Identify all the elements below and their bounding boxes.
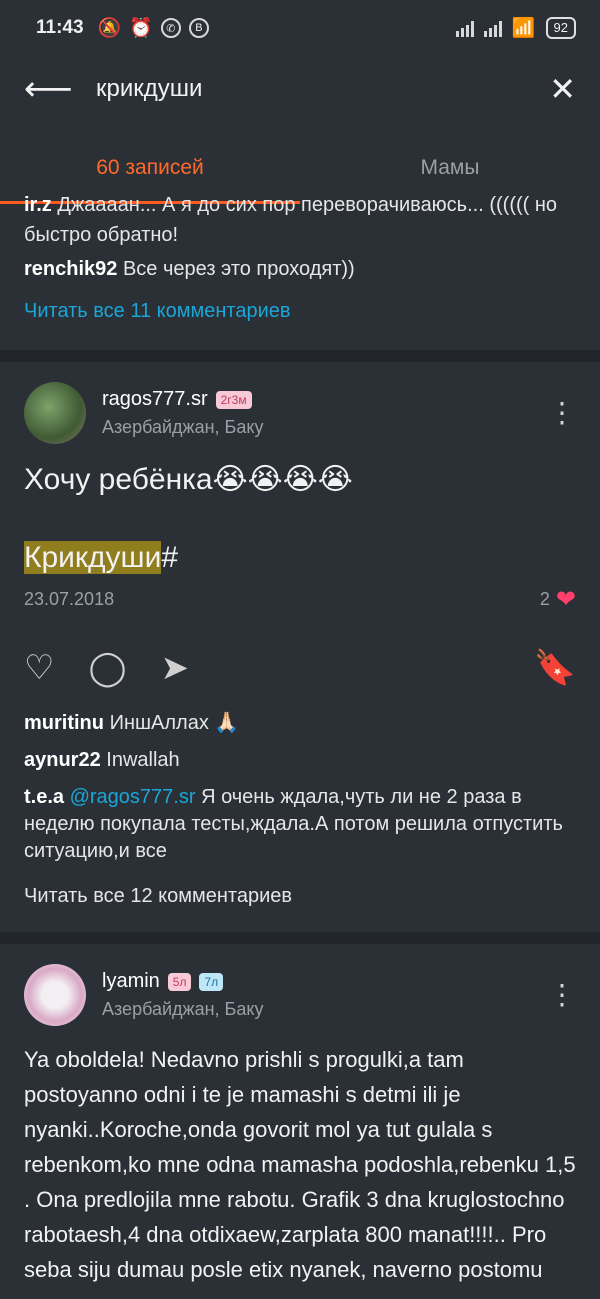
alarm-icon: ⏰ <box>129 18 153 39</box>
comment-user[interactable]: muritinu <box>24 712 104 734</box>
post-card: ragos777.sr 2г3м Азербайджан, Баку ⋮ Хоч… <box>0 378 600 910</box>
wifi-icon: 📶 <box>511 18 536 39</box>
child-age-badge: 7л <box>199 972 224 991</box>
comment-user[interactable]: t.e.a <box>24 786 64 808</box>
post-text: Ya oboldela! Nedavno prishli s progulki,… <box>24 1047 576 1282</box>
signal-icon <box>455 19 474 37</box>
comment: t.e.a @ragos777.sr Я очень ждала,чуть ли… <box>0 784 600 865</box>
child-age-badge: 2г3м <box>215 390 252 409</box>
post-actions: ♡ ◯ ➤ 🔖 <box>0 638 600 698</box>
post-header: lyamin 5л 7л Азербайджан, Баку ⋮ <box>0 960 600 1030</box>
more-options-icon[interactable]: ⋮ <box>548 399 576 427</box>
read-all-comments-link[interactable]: Читать все 12 комментариев <box>0 883 600 910</box>
avatar[interactable] <box>24 382 86 444</box>
b-icon: B <box>188 18 209 38</box>
comment-partial: ir.z Джаааан... А я до сих пор переворач… <box>24 190 576 250</box>
signal-icon-2 <box>483 19 502 37</box>
comment-text: Inwallah <box>106 749 180 771</box>
post-card: lyamin 5л 7л Азербайджан, Баку ⋮ Ya obol… <box>0 960 600 1287</box>
search-bar: ⟵ крикдуши ✕ <box>0 56 600 122</box>
post-location: Азербайджан, Баку <box>102 999 264 1019</box>
hashtag-suffix: # <box>161 541 179 574</box>
post-footer: 23.07.2018 2 ❤ <box>0 585 600 614</box>
comment-user[interactable]: aynur22 <box>24 749 101 771</box>
comment-user[interactable]: renchik92 <box>24 258 117 280</box>
like-icon[interactable]: ♡ <box>24 648 54 688</box>
comment-mention[interactable]: @ragos777.sr <box>70 786 196 808</box>
post-hashtag: Крикдуши# <box>0 541 600 575</box>
post-date: 23.07.2018 <box>24 589 115 609</box>
post-author[interactable]: lyamin <box>102 970 160 993</box>
previous-post-comments: ir.z Джаааан... А я до сих пор переворач… <box>24 194 576 326</box>
post-divider <box>0 350 600 362</box>
status-bar: 11:43 🔕 ⏰ ✆ B 📶 92 <box>0 0 600 56</box>
close-icon[interactable]: ✕ <box>549 70 576 108</box>
post-author[interactable]: ragos777.sr <box>102 388 208 411</box>
post-header: ragos777.sr 2г3м Азербайджан, Баку ⋮ <box>0 378 600 448</box>
whatsapp-icon: ✆ <box>160 18 181 38</box>
more-options-icon[interactable]: ⋮ <box>548 981 576 1009</box>
likes-counter[interactable]: 2 ❤ <box>540 585 576 614</box>
notification-icons: 🔕 ⏰ ✆ B <box>98 16 209 40</box>
arrow-left-icon[interactable]: ⟵ <box>24 69 74 109</box>
child-age-badge: 5л <box>167 972 192 991</box>
comment-user[interactable]: ir.z <box>24 194 52 216</box>
comment-text: ИншАллах 🙏🏻 <box>109 712 240 734</box>
comment: renchik92 Все через это проходят)) <box>24 254 576 284</box>
avatar[interactable] <box>24 964 86 1026</box>
comment: aynur22 Inwallah <box>0 747 600 774</box>
post-text: Хочу ребёнка😭😭😭😭 <box>0 462 600 497</box>
battery-icon: 92 <box>545 17 576 39</box>
heart-filled-icon[interactable]: ❤ <box>556 585 576 614</box>
post-body: Хочу ребёнка😭😭😭😭 <box>24 463 353 496</box>
comment-text: Все через это проходят)) <box>122 258 355 280</box>
post-divider <box>0 932 600 944</box>
comment: muritinu ИншАллах 🙏🏻 <box>0 710 600 737</box>
comment-icon[interactable]: ◯ <box>88 648 126 688</box>
bell-off-icon: 🔕 <box>97 18 122 39</box>
search-query[interactable]: крикдуши <box>96 75 202 103</box>
share-icon[interactable]: ➤ <box>161 648 190 688</box>
clock: 11:43 <box>36 17 84 38</box>
hashtag-highlight[interactable]: Крикдуши <box>24 541 162 574</box>
likes-count: 2 <box>539 589 550 609</box>
bookmark-icon[interactable]: 🔖 <box>534 648 576 688</box>
post-location: Азербайджан, Баку <box>102 417 264 437</box>
comment-text: Джаааан... А я до сих пор переворачиваюс… <box>24 194 558 246</box>
read-all-comments-link[interactable]: Читать все 11 комментариев <box>24 296 576 326</box>
